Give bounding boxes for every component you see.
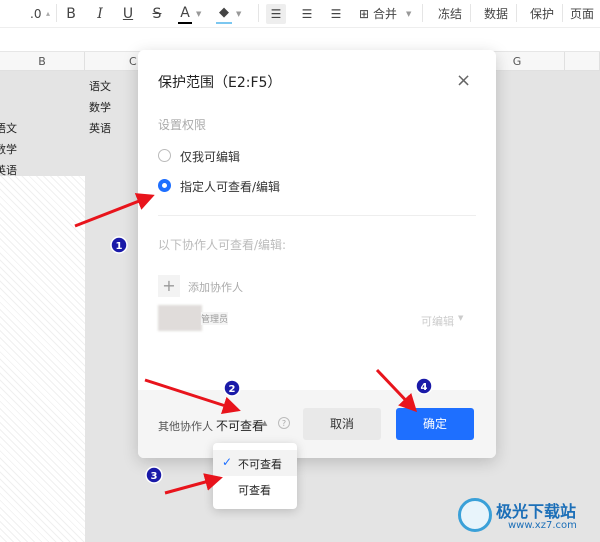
annotations-layer: 1 2 3 4	[74, 193, 433, 495]
badge-1-label: 1	[116, 241, 123, 252]
badge-3-label: 3	[151, 471, 158, 482]
badge-4-label: 4	[421, 382, 428, 393]
arrow-1	[74, 193, 155, 228]
badge-2-label: 2	[229, 384, 236, 395]
arrow-4	[375, 368, 418, 413]
watermark: 极光下载站 www.xz7.com	[458, 496, 598, 540]
watermark-logo	[458, 498, 492, 532]
arrow-3	[164, 473, 223, 495]
